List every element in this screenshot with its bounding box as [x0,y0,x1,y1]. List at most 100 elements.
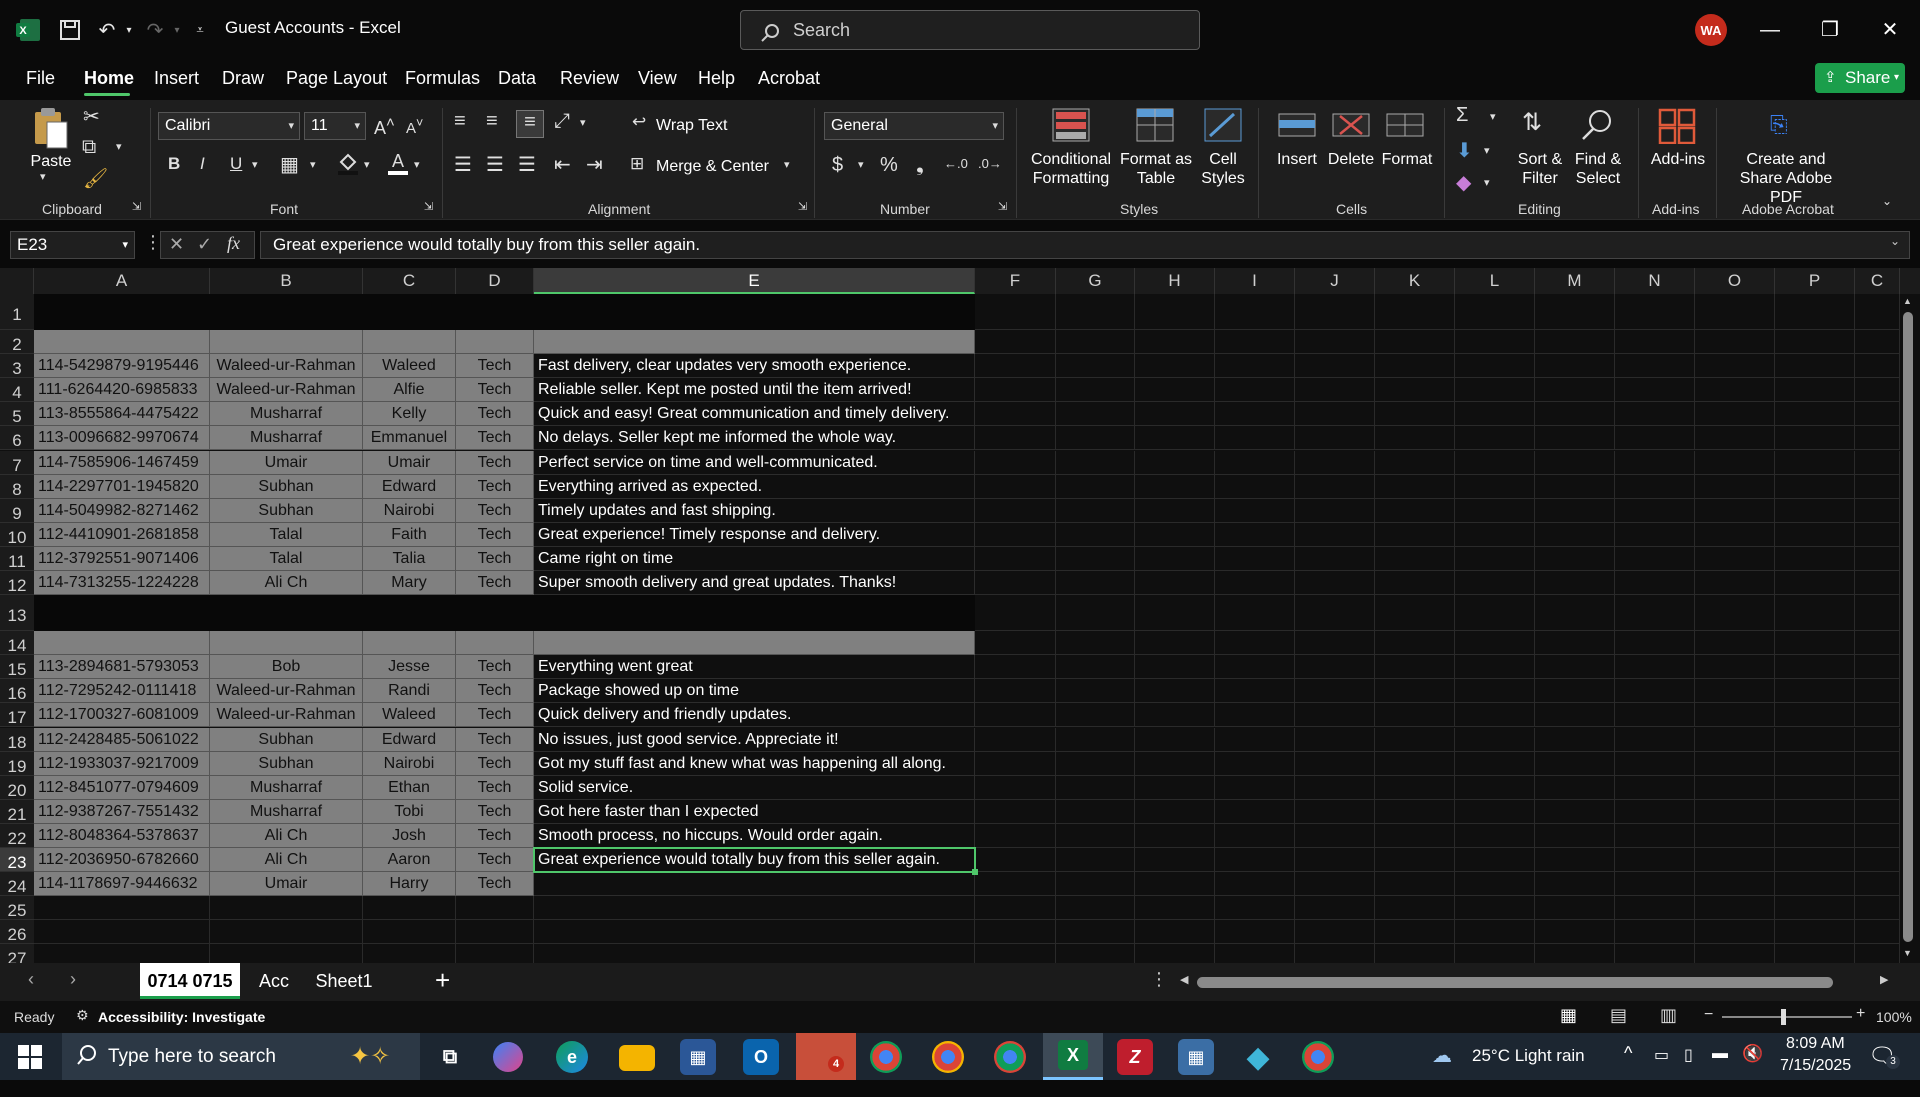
cell[interactable] [1775,631,1855,656]
font-name-dropdown[interactable]: Calibri ▾ [158,112,300,140]
cell[interactable] [1615,546,1695,571]
header-cell[interactable] [534,631,975,656]
data-cell[interactable]: Ethan [363,775,456,800]
column-header[interactable]: A [34,268,210,294]
cell[interactable] [1215,775,1295,800]
font-color-icon[interactable]: A [386,150,410,182]
data-cell[interactable]: Tech [456,450,534,475]
cell[interactable] [1775,823,1855,848]
insert-cells-icon[interactable] [1278,108,1316,148]
more-tabs-icon[interactable]: ⋮ [1150,969,1168,990]
tab-review[interactable]: Review [560,68,619,89]
format-cells-button[interactable]: Format [1380,150,1434,169]
tab-data[interactable]: Data [498,68,536,89]
cell[interactable] [1215,679,1295,704]
row-header[interactable]: 6 [0,426,34,451]
cell[interactable] [210,920,363,945]
cell[interactable] [1455,294,1535,330]
battery-icon[interactable]: ▬ [1712,1045,1728,1063]
merge-center-icon[interactable]: ⊞ [630,154,644,174]
data-cell[interactable]: Subhan [210,727,363,752]
feedback-cell[interactable]: Everything went great [534,655,975,680]
cell[interactable] [1615,354,1695,379]
show-hidden-icons[interactable]: ^ [1624,1043,1632,1064]
expand-formula-icon[interactable]: ⌄ [1890,234,1900,248]
paste-dropdown-icon[interactable]: ▾ [40,170,46,183]
column-header[interactable]: M [1535,268,1615,294]
column-header[interactable]: O [1695,268,1775,294]
data-cell[interactable]: Tech [456,799,534,824]
data-cell[interactable]: Aaron [363,848,456,873]
cell[interactable] [975,378,1056,403]
cell[interactable] [1295,751,1375,776]
cell[interactable] [1215,920,1295,945]
cell[interactable] [1056,848,1135,873]
cell[interactable] [1215,896,1295,921]
device-icon[interactable]: ▯ [1684,1045,1693,1065]
name-box[interactable]: E23 ▾ [10,231,135,259]
decrease-font-icon[interactable]: A˅ [406,116,423,137]
data-cell[interactable]: Ali Ch [210,571,363,596]
cell[interactable] [1695,571,1775,596]
edge-browser-icon[interactable]: e [556,1041,588,1073]
paste-button[interactable]: Paste [28,152,74,171]
data-cell[interactable]: Josh [363,823,456,848]
cell[interactable] [1535,823,1615,848]
row-header[interactable]: 19 [0,751,34,776]
cell[interactable] [456,944,534,963]
scroll-down-icon[interactable]: ▼ [1903,948,1912,958]
header-cell[interactable] [210,631,363,656]
cell[interactable] [1535,751,1615,776]
data-cell[interactable]: Tech [456,848,534,873]
cell[interactable] [1455,944,1535,963]
row-header[interactable]: 18 [0,727,34,752]
normal-view-icon[interactable]: ▦ [1560,1005,1577,1026]
cell[interactable] [1455,775,1535,800]
cell[interactable] [1295,679,1375,704]
font-size-dropdown[interactable]: 11 ▾ [304,112,366,140]
cell[interactable] [1855,775,1900,800]
column-header[interactable]: P [1775,268,1855,294]
row-header[interactable]: 22 [0,823,34,848]
cell[interactable] [1215,944,1295,963]
tab-home[interactable]: Home [84,68,134,89]
cell[interactable] [975,474,1056,499]
cell[interactable] [1135,920,1215,945]
cell[interactable] [1215,799,1295,824]
cell[interactable] [1535,571,1615,596]
cell[interactable] [456,896,534,921]
zoom-level[interactable]: 100% [1876,1009,1912,1025]
data-cell[interactable]: Subhan [210,498,363,523]
cell[interactable] [1855,354,1900,379]
data-cell[interactable]: Tech [456,775,534,800]
cell[interactable] [1135,378,1215,403]
chrome-profile-1-icon[interactable] [870,1041,902,1073]
autosum-dropdown-icon[interactable]: ▾ [1490,110,1496,123]
cell[interactable] [1615,294,1695,330]
cell[interactable] [1215,631,1295,656]
find-select-icon[interactable] [1580,108,1614,148]
row-header[interactable]: 24 [0,872,34,897]
cell[interactable] [1695,354,1775,379]
cell[interactable] [1135,426,1215,451]
align-left-icon[interactable]: ☰ [454,152,472,177]
cell[interactable] [1135,294,1215,330]
cell[interactable] [1135,872,1215,897]
cell[interactable] [1775,896,1855,921]
column-header[interactable]: E [534,268,975,294]
data-cell[interactable]: 112-4410901-2681858 [34,522,210,547]
cell[interactable] [1615,595,1695,632]
format-table-button[interactable]: Format as Table [1118,150,1194,188]
cell[interactable] [975,703,1056,728]
row-header[interactable]: 17 [0,703,34,728]
cell[interactable] [1215,426,1295,451]
cell[interactable] [1695,823,1775,848]
cell[interactable] [1455,799,1535,824]
cell[interactable] [1455,679,1535,704]
row-header[interactable]: 5 [0,402,34,427]
calculator-icon[interactable]: ▦ [1178,1039,1214,1075]
borders-dropdown-icon[interactable]: ▾ [310,158,316,171]
cell[interactable] [1215,294,1295,330]
sheet-tab-acc[interactable]: Acc [250,963,298,999]
cell[interactable] [1135,751,1215,776]
